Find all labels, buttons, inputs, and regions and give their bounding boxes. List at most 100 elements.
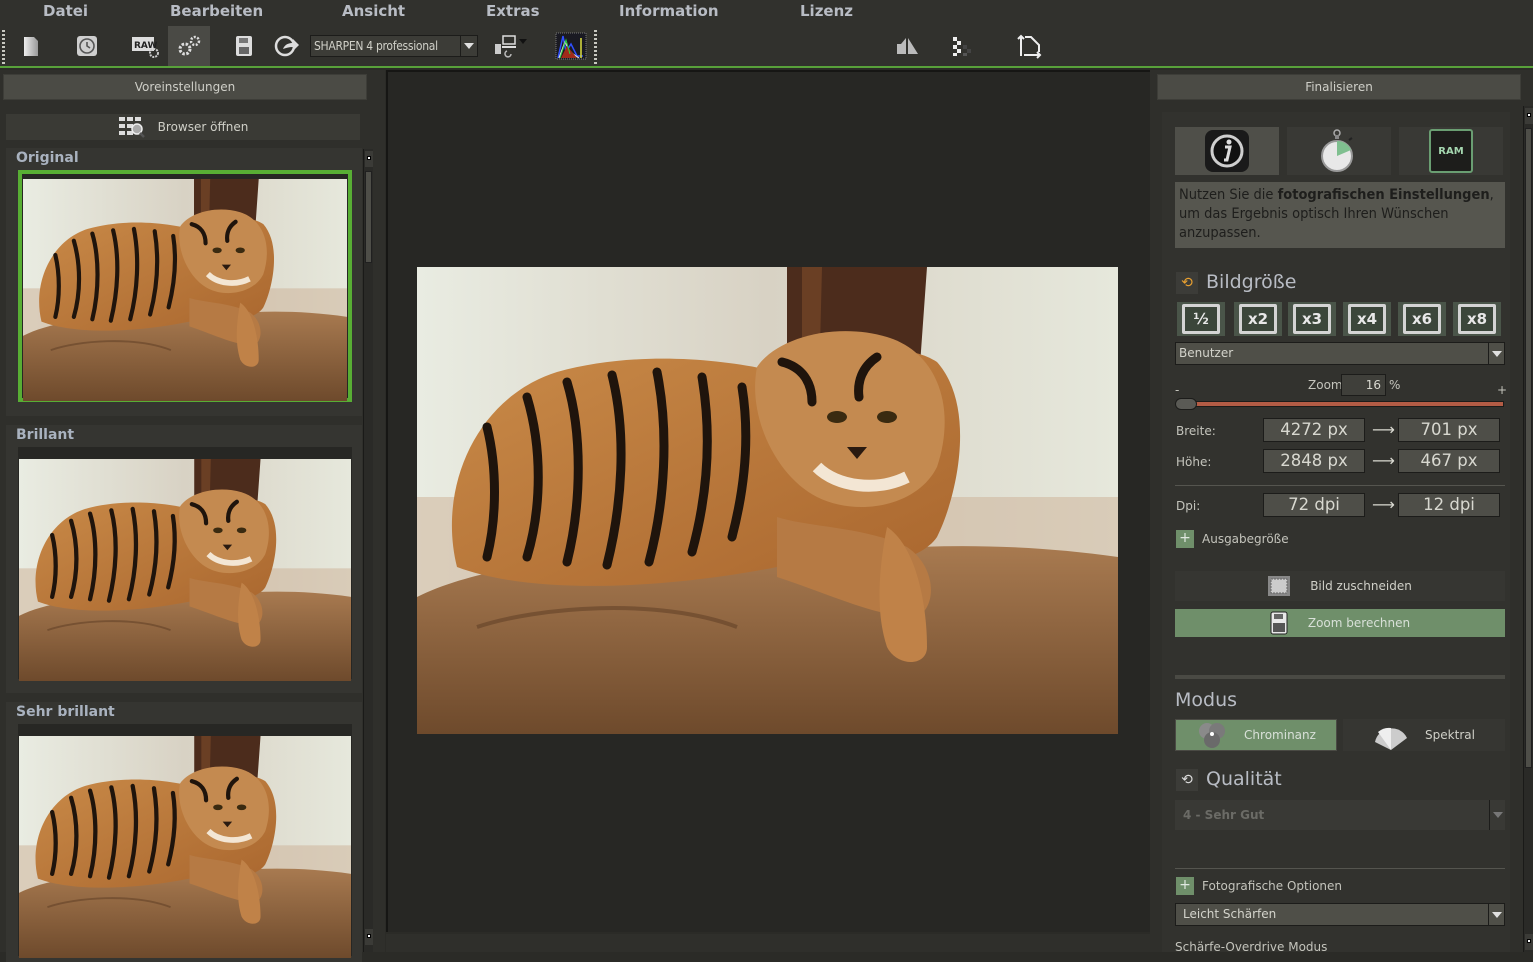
scroll-up-button[interactable] xyxy=(1525,108,1533,124)
save-button[interactable] xyxy=(223,26,265,66)
reset-quality-icon[interactable]: ⟲ xyxy=(1176,769,1198,791)
compute-zoom-button[interactable]: Zoom berechnen xyxy=(1175,609,1505,637)
tab-info[interactable] xyxy=(1175,127,1279,175)
presets-scrollbar[interactable] xyxy=(363,149,373,952)
hoehe-original-value: 2848 px xyxy=(1263,449,1365,473)
zoom-input[interactable]: 16 xyxy=(1341,374,1386,396)
scroll-down-button[interactable] xyxy=(1525,934,1533,950)
info-text-1: Nutzen Sie die xyxy=(1179,187,1278,203)
spectrum-icon xyxy=(1375,727,1408,750)
preset-thumbnail-frame[interactable] xyxy=(18,170,352,402)
scrollbar-thumb[interactable] xyxy=(1525,128,1532,768)
toolbar-grip[interactable] xyxy=(2,30,5,64)
divider xyxy=(1175,485,1505,486)
menu-datei[interactable]: Datei xyxy=(43,0,88,22)
size-half-label: ½ xyxy=(1182,304,1220,334)
preset-thumbnail-image xyxy=(23,179,347,401)
chrominance-icon xyxy=(1199,723,1226,748)
size-preset-value: Benutzer xyxy=(1179,346,1234,360)
open-browser-label: Browser öffnen xyxy=(157,120,249,134)
size-half-button[interactable]: ½ xyxy=(1177,302,1225,336)
breite-label: Breite: xyxy=(1176,424,1216,438)
crop-icon xyxy=(1268,576,1291,596)
preset-thumbnail-frame[interactable] xyxy=(18,724,352,958)
chevron-down-icon[interactable] xyxy=(460,36,477,56)
preset-title: Original xyxy=(16,150,79,166)
preset-card-brillant[interactable]: Brillant xyxy=(6,425,362,693)
new-file-button[interactable] xyxy=(10,26,52,66)
menu-information[interactable]: Information xyxy=(619,0,719,22)
reset-size-icon[interactable]: ⟲ xyxy=(1176,272,1198,294)
size-x3-button[interactable]: x3 xyxy=(1288,302,1336,336)
browser-grid-icon xyxy=(118,117,145,138)
monitor-layout-icon xyxy=(495,35,527,58)
raw-settings-button[interactable]: RAW xyxy=(124,26,166,66)
preset-select[interactable]: SHARPEN 4 professional xyxy=(310,35,478,57)
export-button[interactable] xyxy=(266,26,308,66)
size-x4-button[interactable]: x4 xyxy=(1343,302,1391,336)
menu-bearbeiten[interactable]: Bearbeiten xyxy=(170,0,263,22)
hoehe-target-value[interactable]: 467 px xyxy=(1398,449,1500,473)
menu-lizenz[interactable]: Lizenz xyxy=(800,0,853,22)
preset-thumbnail-frame[interactable] xyxy=(18,447,352,681)
quality-dropdown[interactable]: 4 - Sehr Gut xyxy=(1175,800,1505,830)
rotate-crop-button[interactable] xyxy=(1009,26,1051,66)
mode-chrominanz-button[interactable]: Chrominanz xyxy=(1175,719,1337,751)
history-button[interactable] xyxy=(66,26,108,66)
chevron-down-icon[interactable] xyxy=(1489,800,1505,830)
layout-menu-button[interactable] xyxy=(492,26,534,66)
preset-card-sehr-brillant[interactable]: Sehr brillant xyxy=(6,702,362,962)
mode-chrominanz-label: Chrominanz xyxy=(1244,728,1316,742)
settings-button[interactable] xyxy=(168,26,210,66)
zoom-slider-handle[interactable] xyxy=(1175,398,1197,410)
size-x8-label: x8 xyxy=(1458,304,1496,334)
compute-zoom-label: Zoom berechnen xyxy=(1307,616,1411,630)
toolbar-grip-2[interactable] xyxy=(594,30,597,64)
finalize-header: Finalisieren xyxy=(1157,74,1521,100)
scrollbar-thumb[interactable] xyxy=(365,171,372,263)
pixel-view-button[interactable] xyxy=(941,26,983,66)
sharpen-value: Leicht Schärfen xyxy=(1183,907,1277,921)
scroll-down-button[interactable] xyxy=(365,929,373,945)
zoom-slider-track[interactable] xyxy=(1177,401,1504,407)
expand-fotografische-button[interactable]: + xyxy=(1176,877,1194,895)
scroll-up-button[interactable] xyxy=(365,151,373,167)
info-icon xyxy=(1205,130,1249,172)
finalize-scrollbar[interactable] xyxy=(1523,106,1533,952)
menu-extras[interactable]: Extras xyxy=(486,0,540,22)
mode-spektral-label: Spektral xyxy=(1425,728,1475,742)
preset-card-original[interactable]: Original xyxy=(6,148,362,416)
size-preset-dropdown[interactable]: Benutzer xyxy=(1175,342,1505,365)
mode-spektral-button[interactable]: Spektral xyxy=(1343,719,1505,751)
tab-ram[interactable]: RAM xyxy=(1399,127,1503,175)
dpi-target-value[interactable]: 12 dpi xyxy=(1398,493,1500,517)
chevron-down-icon[interactable] xyxy=(1488,343,1504,364)
crop-image-button[interactable]: Bild zuschneiden xyxy=(1175,571,1505,601)
sharpen-dropdown[interactable]: Leicht Schärfen xyxy=(1175,903,1505,926)
arrow-right-icon: ⟶ xyxy=(1372,451,1395,470)
preview-image[interactable] xyxy=(417,267,1118,734)
preset-title: Sehr brillant xyxy=(16,704,115,720)
hoehe-label: Höhe: xyxy=(1176,455,1212,469)
compare-split-button[interactable] xyxy=(886,26,928,66)
crop-image-label: Bild zuschneiden xyxy=(1310,579,1412,593)
preset-title: Brillant xyxy=(16,427,75,443)
histogram-button[interactable] xyxy=(550,26,592,66)
rotate-icon xyxy=(1017,34,1042,59)
toolbar: RAW SHARPEN 4 professional xyxy=(0,24,1533,68)
open-browser-button[interactable]: Browser öffnen xyxy=(6,114,360,140)
size-x2-button[interactable]: x2 xyxy=(1234,302,1282,336)
expand-ausgabe-button[interactable]: + xyxy=(1176,530,1194,548)
section-divider xyxy=(1175,675,1505,679)
breite-target-value[interactable]: 701 px xyxy=(1398,418,1500,442)
tab-timer[interactable] xyxy=(1287,127,1391,175)
chevron-down-icon[interactable] xyxy=(1488,904,1504,925)
size-x8-button[interactable]: x8 xyxy=(1453,302,1501,336)
floppy-disk-icon xyxy=(236,36,252,56)
info-text-bold: fotografischen Einstellungen xyxy=(1277,187,1490,203)
info-message: Nutzen Sie die fotografischen Einstellun… xyxy=(1175,182,1505,248)
size-x6-button[interactable]: x6 xyxy=(1398,302,1446,336)
qualitaet-title: Qualität xyxy=(1206,768,1282,790)
menu-ansicht[interactable]: Ansicht xyxy=(342,0,405,22)
presets-panel: Voreinstellungen Browser öffnen Original xyxy=(0,70,385,962)
